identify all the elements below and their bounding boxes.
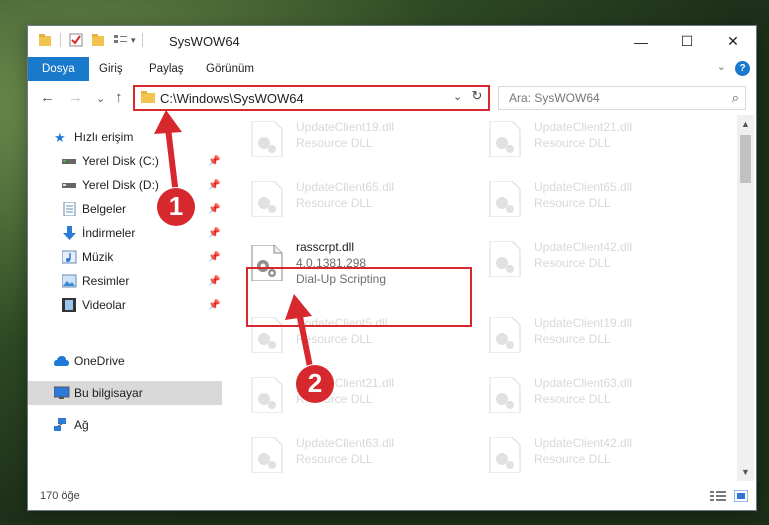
arrow-2-head [285,294,312,320]
step-1-badge: 1 [157,188,195,226]
arrow-1-head [154,110,182,134]
arrow-1-shaft [165,127,179,196]
step-2-badge: 2 [296,365,334,403]
arrow-2-shaft [296,311,314,373]
annotation-layer [154,110,314,373]
